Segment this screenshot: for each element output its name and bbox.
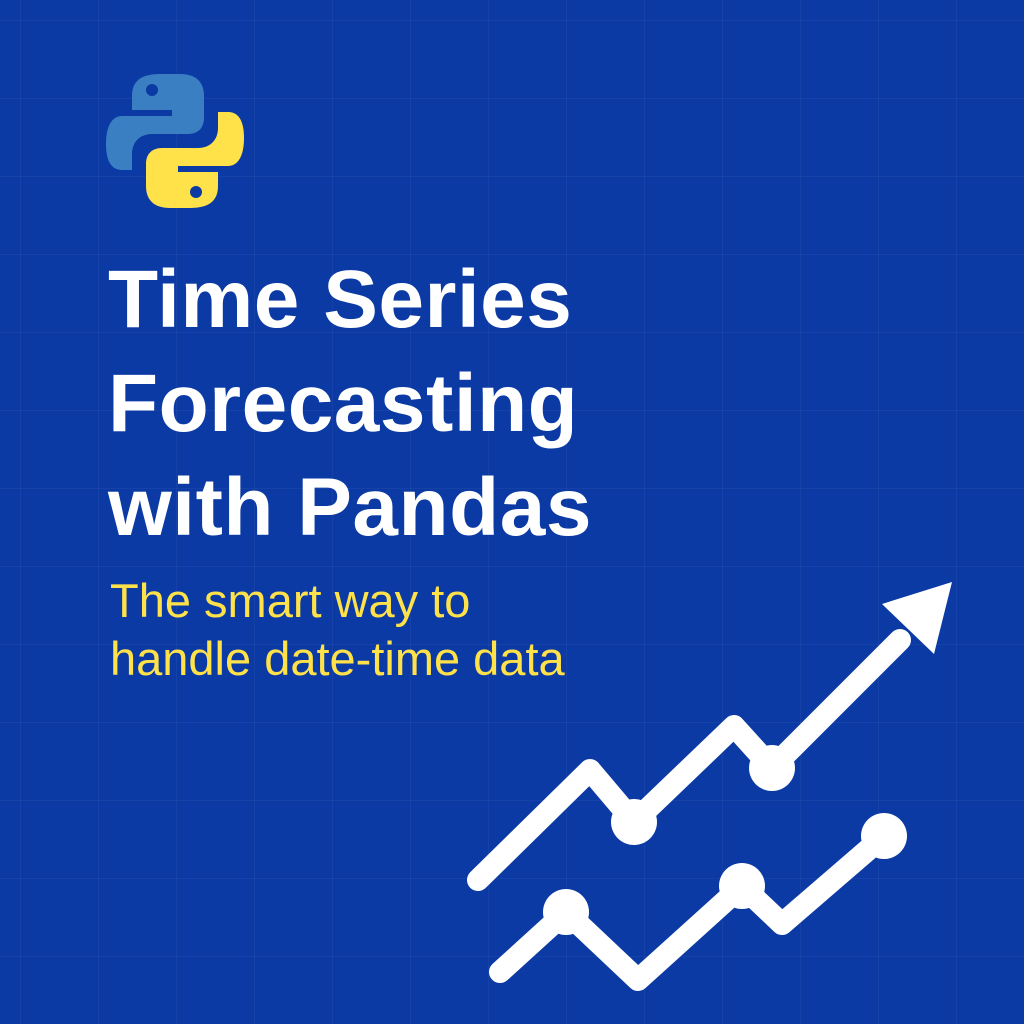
upper-point-1 — [611, 799, 657, 845]
lower-point-2 — [719, 863, 765, 909]
lower-point-1 — [543, 889, 589, 935]
upper-trend-line — [467, 629, 911, 891]
lower-point-3 — [861, 813, 907, 859]
upper-point-2 — [749, 745, 795, 791]
poster-canvas: Time Series Forecasting with Pandas The … — [0, 0, 1024, 1024]
trend-arrow-icon — [467, 582, 952, 991]
